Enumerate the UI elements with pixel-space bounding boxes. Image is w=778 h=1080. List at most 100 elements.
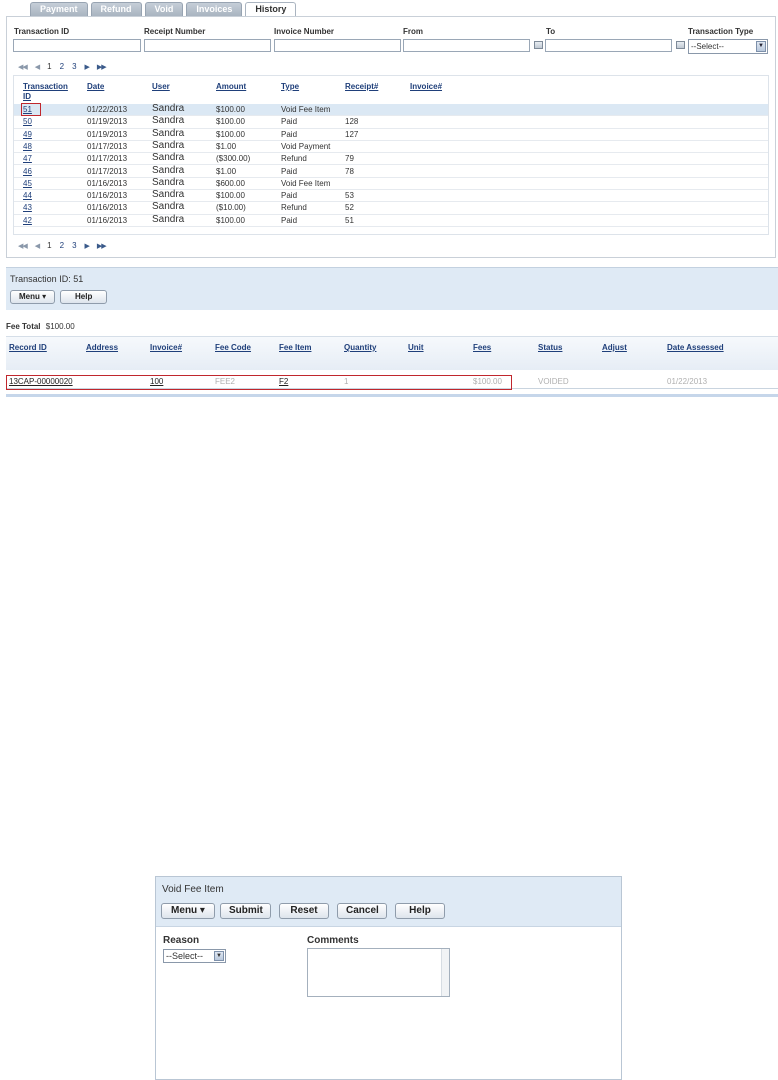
help-button[interactable]: Help <box>60 290 108 304</box>
comments-scrollbar[interactable] <box>441 949 449 996</box>
help-button[interactable]: Help <box>395 903 445 919</box>
table-row[interactable]: 49 01/19/2013 Sandra $100.00 Paid 127 <box>14 128 768 141</box>
tab-void[interactable]: Void <box>144 2 184 16</box>
from-date-input[interactable] <box>403 39 530 52</box>
transaction-id-link[interactable]: 47 <box>23 154 32 164</box>
type-cell: Void Payment <box>281 141 331 151</box>
transaction-id-link[interactable]: 49 <box>23 130 32 140</box>
reason-select[interactable]: --Select-- ▼ <box>163 949 226 963</box>
next-page-icon[interactable]: ▶ <box>85 63 90 71</box>
last-page-icon[interactable]: ▶▶ <box>97 242 107 250</box>
date-cell: 01/19/2013 <box>87 117 128 127</box>
transaction-id-link[interactable]: 48 <box>23 142 32 152</box>
column-header-type[interactable]: Type <box>281 82 299 92</box>
transaction-type-select[interactable]: --Select-- ▼ <box>688 39 768 54</box>
date-cell: 01/17/2013 <box>87 166 128 176</box>
column-header-text: ID <box>23 92 31 101</box>
page-2[interactable]: 2 <box>60 241 64 250</box>
transaction-id-link[interactable]: 50 <box>23 117 32 127</box>
calendar-icon[interactable] <box>534 41 543 49</box>
next-page-icon[interactable]: ▶ <box>85 242 90 250</box>
chevron-down-icon: ▼ <box>756 41 766 52</box>
table-row[interactable]: 47 01/17/2013 Sandra ($300.00) Refund 79 <box>14 153 768 166</box>
invoice-number-label: Invoice Number <box>274 27 335 36</box>
reason-value: --Select-- <box>166 951 204 961</box>
transaction-id-link[interactable]: 45 <box>23 179 32 189</box>
page-3[interactable]: 3 <box>72 241 76 250</box>
table-row[interactable]: 43 01/16/2013 Sandra ($10.00) Refund 52 <box>14 202 768 215</box>
void-form-title: Void Fee Item <box>162 884 224 895</box>
fee-items-table: Record ID Address Invoice# Fee Code Fee … <box>6 336 778 397</box>
to-date-label: To <box>546 27 556 36</box>
date-cell: 01/16/2013 <box>87 178 128 188</box>
transaction-id-link[interactable]: 44 <box>23 191 32 201</box>
column-header-invoice[interactable]: Invoice# <box>410 82 442 92</box>
column-header-fees[interactable]: Fees <box>473 343 491 352</box>
table-row[interactable]: 50 01/19/2013 Sandra $100.00 Paid 128 <box>14 116 768 129</box>
amount-cell: $100.00 <box>216 117 245 127</box>
column-header-date[interactable]: Date <box>87 82 104 92</box>
type-cell: Refund <box>281 154 307 164</box>
amount-cell: $1.00 <box>216 141 237 151</box>
highlight-box <box>21 103 41 116</box>
invoice-number-input[interactable] <box>274 39 401 52</box>
table-row[interactable]: 44 01/16/2013 Sandra $100.00 Paid 53 <box>14 190 768 203</box>
prev-page-icon[interactable]: ◀ <box>35 63 40 71</box>
first-page-icon[interactable]: ◀◀ <box>18 63 28 71</box>
tab-history[interactable]: History <box>245 2 297 17</box>
column-header-status[interactable]: Status <box>538 343 562 352</box>
history-panel: Transaction ID Receipt Number Invoice Nu… <box>6 16 776 258</box>
column-header-amount[interactable]: Amount <box>216 82 246 92</box>
transaction-id-link[interactable]: 46 <box>23 167 32 177</box>
tab-refund[interactable]: Refund <box>90 2 142 16</box>
prev-page-icon[interactable]: ◀ <box>35 242 40 250</box>
to-date-input[interactable] <box>545 39 672 52</box>
amount-cell: $100.00 <box>216 129 245 139</box>
column-header-date-assessed[interactable]: Date Assessed <box>667 343 724 352</box>
column-header-fee-item[interactable]: Fee Item <box>279 343 311 352</box>
menu-button[interactable]: Menu ▾ <box>10 290 56 304</box>
column-header-unit[interactable]: Unit <box>408 343 424 352</box>
reset-button[interactable]: Reset <box>279 903 329 919</box>
column-header-user[interactable]: User <box>152 82 170 92</box>
column-header-quantity[interactable]: Quantity <box>344 343 376 352</box>
transaction-id-link[interactable]: 43 <box>23 203 32 213</box>
column-header-transaction-id[interactable]: Transaction ID <box>23 82 68 102</box>
column-header-fee-code[interactable]: Fee Code <box>215 343 251 352</box>
menu-button[interactable]: Menu ▾ <box>161 903 215 919</box>
amount-cell: $100.00 <box>216 105 245 114</box>
cancel-button[interactable]: Cancel <box>337 903 387 919</box>
calendar-icon[interactable] <box>676 41 685 49</box>
first-page-icon[interactable]: ◀◀ <box>18 242 28 250</box>
column-header-adjust[interactable]: Adjust <box>602 343 627 352</box>
transaction-detail-header: Transaction ID: 51 Menu ▾ Help <box>6 267 778 310</box>
receipt-number-input[interactable] <box>144 39 271 52</box>
comments-textarea[interactable] <box>307 948 450 997</box>
receipt-cell: 79 <box>345 154 354 164</box>
table-row[interactable]: 42 01/16/2013 Sandra $100.00 Paid 51 <box>14 214 768 227</box>
column-header-invoice[interactable]: Invoice# <box>150 343 182 352</box>
table-row[interactable]: 46 01/17/2013 Sandra $1.00 Paid 78 <box>14 165 768 178</box>
table-row[interactable]: 51 01/22/2013 Sandra $100.00 Void Fee Item <box>14 104 768 117</box>
type-cell: Paid <box>281 215 298 225</box>
fee-table-header <box>6 336 778 370</box>
page-2[interactable]: 2 <box>60 62 64 71</box>
column-header-record-id[interactable]: Record ID <box>9 343 47 352</box>
tab-invoices[interactable]: Invoices <box>186 2 243 16</box>
table-row[interactable]: 48 01/17/2013 Sandra $1.00 Void Payment <box>14 140 768 154</box>
pager-top: ◀◀ ◀ 1 2 3 ▶ ▶▶ <box>18 62 107 71</box>
amount-cell: ($10.00) <box>216 203 246 213</box>
void-fee-item-form: Void Fee Item Menu ▾ Submit Reset Cancel… <box>155 876 622 1080</box>
column-header-receipt[interactable]: Receipt# <box>345 82 378 92</box>
amount-cell: $100.00 <box>216 215 245 225</box>
submit-button[interactable]: Submit <box>220 903 271 919</box>
last-page-icon[interactable]: ▶▶ <box>97 63 107 71</box>
tab-payment[interactable]: Payment <box>30 2 88 16</box>
table-row[interactable]: 45 01/16/2013 Sandra $600.00 Void Fee Item <box>14 177 768 191</box>
column-header-address[interactable]: Address <box>86 343 118 352</box>
type-cell: Void Fee Item <box>281 178 331 188</box>
type-cell: Refund <box>281 203 307 213</box>
transaction-id-input[interactable] <box>13 39 141 52</box>
transaction-id-link[interactable]: 42 <box>23 216 32 226</box>
page-3[interactable]: 3 <box>72 62 76 71</box>
